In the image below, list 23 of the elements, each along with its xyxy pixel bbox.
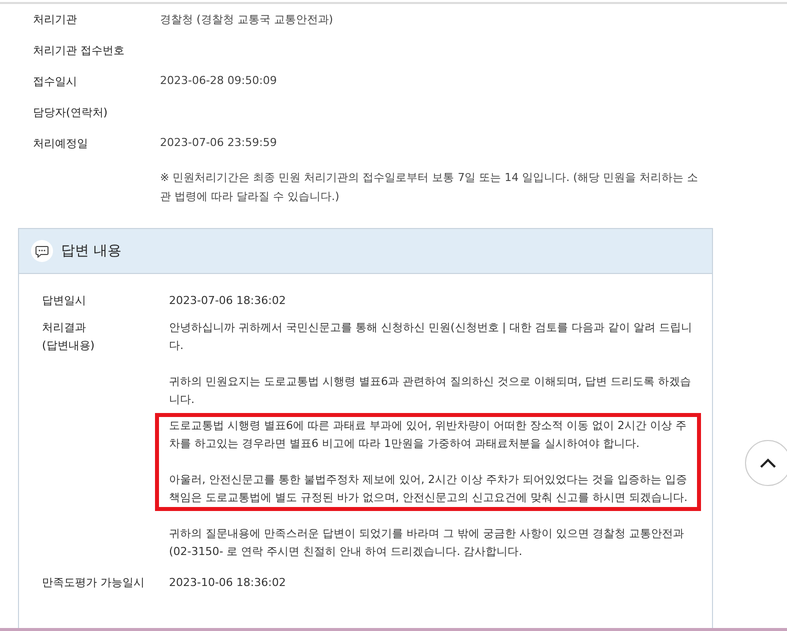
chevron-up-icon — [759, 458, 777, 468]
field-label: 만족도평가 가능일시 — [42, 575, 146, 591]
field-value: 2023-10-06 18:36:02 — [169, 575, 286, 591]
field-label: 처리예정일 — [33, 136, 89, 151]
answer-paragraph: 안녕하십니까 귀하께서 국민신문고를 통해 신청하신 민원(신청번호 | 대한 검토를 다음과 같이 알려 드립니다. — [169, 320, 693, 354]
field-label: 접수일시 — [33, 74, 78, 89]
answer-paragraph: 귀하의 민원요지는 도로교통법 시행령 별표6과 관련하여 질의하신 것으로 이해되며, 답변 드리도록 하겠습니다. — [169, 374, 692, 408]
field-label: 답변일시 — [42, 293, 87, 309]
field-label: 처리기관 — [33, 12, 78, 27]
answer-paragraph: 귀하의 질문내용에 만족스러운 답변이 되었기를 바라며 그 밖에 궁금한 사항이 있으면 경찰청 교통안전과(02-3150- 로 연락 주시면 친절히 안내 하여 드리겠습니다. 감사합니다. — [169, 526, 685, 560]
answer-paragraph: 도로교통법 시행령 별표6에 따른 과태료 부과에 있어, 위반차량이 어떠한 장소적 이동 없이 2시간 이상 주차를 하고있는 경우라면 별표6 비고에 따라 1만원을 가중하여 과태료처분을 실시하여야 합니다. — [169, 418, 688, 452]
field-label: 처리결과 (답변내용) — [42, 320, 96, 354]
field-label: 담당자(연락처) — [33, 105, 109, 120]
field-value: 2023-07-06 23:59:59 — [160, 136, 277, 149]
field-value: 경찰청 (경찰청 교통국 교통안전과) — [160, 12, 334, 27]
chat-icon — [31, 240, 53, 262]
notice-text: ※ 민원처리기간은 최종 민원 처리기관의 접수일로부터 보통 7일 또는 14 일입니다. (해당 민원을 처리하는 소관 법령에 따라 달라질 수 있습니다.) — [160, 170, 699, 205]
scroll-top-button[interactable] — [745, 440, 787, 486]
field-value: 2023-07-06 18:36:02 — [169, 293, 286, 309]
field-label: 처리기관 접수번호 — [33, 43, 126, 58]
field-value: 2023-06-28 09:50:09 — [160, 74, 277, 87]
panel-title: 답변 내용 — [61, 242, 122, 260]
answer-paragraph: 아울러, 안전신문고를 통한 불법주정차 제보에 있어, 2시간 이상 주차가 되어있었다는 것을 입증하는 입증책임은 도로교통법에 별도 규정된 바가 없으며, 안전신문고의 신고요건에 맞춰 신고를 하시면 되겠습니다. — [169, 472, 688, 506]
